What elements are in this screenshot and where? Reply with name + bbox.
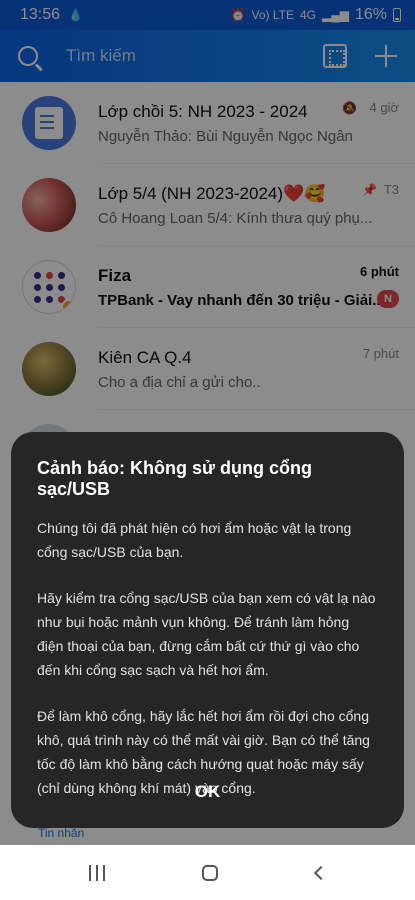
dialog-paragraph: Chúng tôi đã phát hiện có hơi ẩm hoặc vậ… — [37, 520, 352, 560]
recents-icon[interactable] — [88, 864, 105, 881]
home-icon[interactable] — [202, 864, 219, 881]
ok-button[interactable]: OK — [11, 782, 404, 802]
system-nav-bar — [0, 845, 415, 900]
usb-warning-dialog: Cảnh báo: Không sử dụng cổng sạc/USB Chú… — [11, 432, 404, 828]
back-icon[interactable] — [314, 865, 329, 880]
dialog-paragraph: Hãy kiểm tra cổng sạc/USB của bạn xem có… — [37, 590, 376, 678]
dialog-title: Cảnh báo: Không sử dụng cổng sạc/USB — [37, 458, 313, 499]
